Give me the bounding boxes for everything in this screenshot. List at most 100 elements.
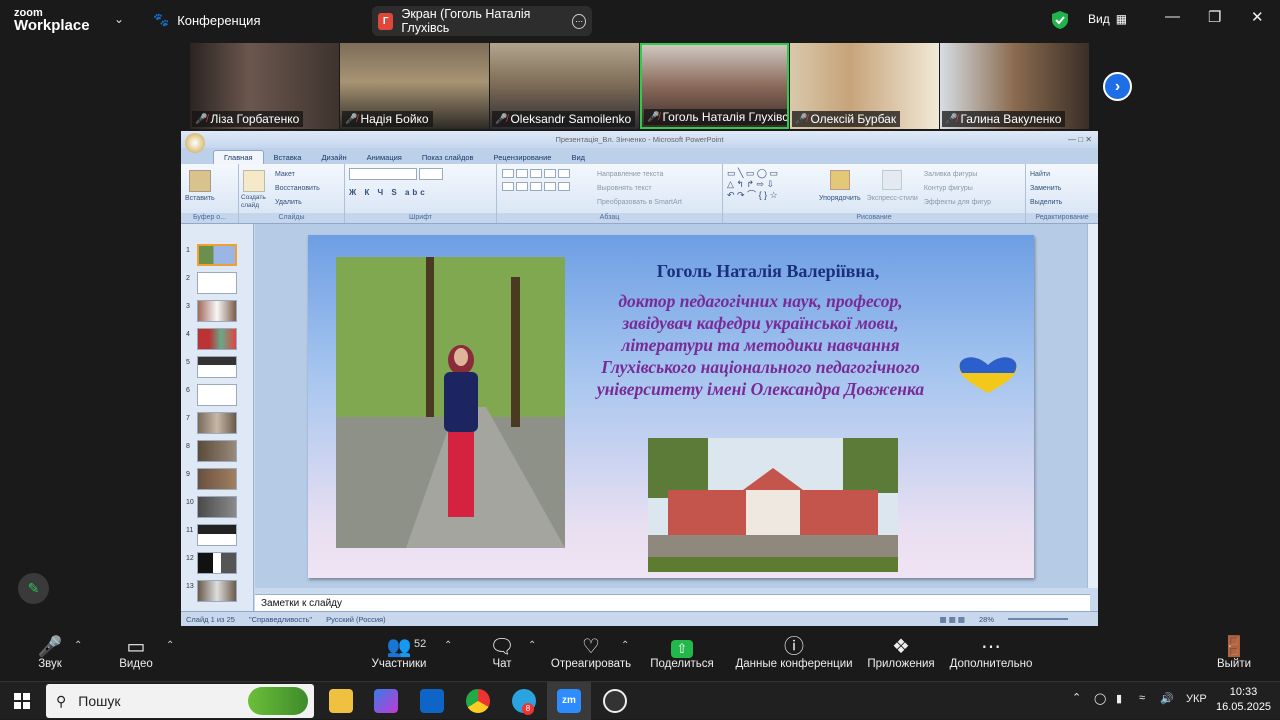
taskbar-clock[interactable]: 10:33 16.05.2025 [1216,685,1271,715]
status-theme: "Справедливость" [248,614,313,624]
next-page-arrow-icon[interactable]: › [1103,72,1132,101]
apps-button[interactable]: ❖ Приложения [865,636,937,670]
slide-thumbnail-selected[interactable] [197,244,237,266]
text-direction-button[interactable]: Направление текста [597,168,682,182]
reset-button[interactable]: Восстановить [275,182,340,196]
paste-button[interactable]: Вставить [185,192,234,206]
tab-slideshow[interactable]: Показ слайдов [412,151,484,164]
slide-thumbnail[interactable] [197,412,237,434]
slide-thumbnail[interactable] [197,468,237,490]
participant-tile[interactable]: 🎤̸ Галина Вакуленко [940,43,1089,129]
obs-icon[interactable] [603,689,627,713]
chevron-up-icon[interactable]: ⌃ [444,640,452,651]
quick-styles-button[interactable]: Экспресс-стили [867,192,918,206]
chevron-up-icon[interactable]: ⌃ [166,640,174,651]
select-button[interactable]: Выделить [1030,196,1094,210]
file-explorer-icon[interactable] [329,689,353,713]
chevron-up-icon[interactable]: ⌃ [74,640,82,651]
zoom-app-icon[interactable]: zm [557,689,581,713]
chrome-icon[interactable] [466,689,490,713]
find-button[interactable]: Найти [1030,168,1094,182]
microsoft-store-icon[interactable] [374,689,398,713]
restore-icon[interactable]: ❐ [1208,8,1221,26]
leave-button[interactable]: 🚪 Выйти [1214,636,1254,670]
participant-tile[interactable]: 🎤̸ Oleksandr Samoilenko [490,43,639,129]
taskbar-search-box[interactable]: ⚲ Пошук [46,684,314,718]
shape-outline-button[interactable]: Контур фигуры [924,182,991,196]
tab-design[interactable]: Дизайн [311,151,356,164]
slide-thumbnail[interactable] [197,272,237,294]
tray-expand-icon[interactable]: ⌃ [1072,691,1081,704]
meeting-info-button[interactable]: ⓘ Данные конференции [735,636,853,670]
participant-tile[interactable]: 🎤̸ Надія Бойко [340,43,489,129]
tab-home[interactable]: Главная [213,150,264,164]
chevron-up-icon[interactable]: ⌃ [621,640,629,651]
tray-app-icon[interactable]: ◯ [1094,692,1106,705]
delete-button[interactable]: Удалить [275,196,340,210]
slide-thumbnail[interactable] [197,356,237,378]
wifi-icon[interactable]: ≈ [1139,692,1145,704]
font-format-buttons[interactable]: Ж К Ч S abc [349,188,492,197]
close-icon[interactable]: ✕ [1251,8,1264,26]
slide-vertical-scrollbar[interactable] [1087,224,1098,588]
slide-thumbnail[interactable] [197,580,237,602]
shape-fill-button[interactable]: Заливка фигуры [924,168,991,182]
tab-view[interactable]: Вид [561,151,595,164]
share-screen-button[interactable]: ⇧ Поделиться [649,636,715,670]
font-family-field[interactable] [349,168,417,180]
chevron-up-icon[interactable]: ⌃ [528,640,536,651]
more-button[interactable]: ⋯ Дополнительно [948,636,1034,670]
conference-menu[interactable]: 🐾 Конференция [153,12,260,28]
slide-thumbnail[interactable] [197,300,237,322]
tab-review[interactable]: Рецензирование [484,151,562,164]
apps-label: Приложения [867,658,935,670]
share-screen-icon: ⇧ [649,636,715,658]
new-slide-button[interactable]: Создать слайд [241,194,271,210]
slide-thumbnail[interactable] [197,496,237,518]
arrange-button[interactable]: Упорядочить [819,192,861,206]
view-buttons[interactable]: ▦ ▦ ▦ [940,615,965,624]
slide-editing-area: Гоголь Наталія Валеріївна, доктор педаго… [255,224,1090,588]
chevron-down-icon[interactable]: ⌄ [114,12,124,26]
minimize-icon[interactable]: — [1165,8,1180,25]
video-button[interactable]: ▭ Видео [114,636,158,670]
tab-animation[interactable]: Анимация [357,151,412,164]
volume-icon[interactable]: 🔊 [1160,692,1174,705]
outlook-icon[interactable] [420,689,444,713]
battery-icon[interactable]: ▮ [1116,692,1122,705]
layout-button[interactable]: Макет [275,168,340,182]
slide-thumbnail[interactable] [197,328,237,350]
annotate-pen-icon[interactable]: ✎ [18,573,49,604]
slide-thumbnail[interactable] [197,552,237,574]
ukraine-heart-icon [959,357,1017,393]
shield-icon[interactable] [1051,10,1069,30]
replace-button[interactable]: Заменить [1030,182,1094,196]
tab-insert[interactable]: Вставка [264,151,312,164]
participant-tile-active-speaker[interactable]: 🎤̸Гоголь Наталія Глухівсь... [640,43,789,129]
audio-button[interactable]: 🎤 Звук [30,636,70,670]
windows-start-icon[interactable] [14,693,30,709]
slide-thumbnail[interactable] [197,440,237,462]
current-slide[interactable]: Гоголь Наталія Валеріївна, доктор педаго… [308,235,1034,578]
ppt-window-controls[interactable]: — □ ✕ [1068,131,1092,148]
participant-tile[interactable]: 🎤̸ Олексій Бурбак [790,43,939,129]
participant-name-tag: 🎤̸Гоголь Наталія Глухівсь... [644,109,787,125]
slide-number: 7 [186,415,190,422]
align-text-button[interactable]: Выровнять текст [597,182,682,196]
more-options-icon[interactable]: ⋯ [572,13,586,29]
shapes-gallery[interactable]: ▭ ╲ ▭ ◯ ▭ △ ↰ ↱ ⇨ ⇩ ↶ ↷ ⌒ { } ☆ [727,168,813,210]
chat-button[interactable]: 🗨 Чат [486,636,518,670]
view-menu[interactable]: Вид ▦ [1088,12,1127,26]
zoom-slider[interactable] [1008,618,1068,620]
screen-share-pill[interactable]: Г Экран (Гоголь Наталія Глухівсь ⋯ [372,6,592,36]
participant-tile[interactable]: 🎤̸ Ліза Горбатенко [190,43,339,129]
smartart-button[interactable]: Преобразовать в SmartArt [597,196,682,210]
slide-number: 10 [186,499,194,506]
keyboard-language[interactable]: УКР [1186,693,1207,705]
shape-effects-button[interactable]: Эффекты для фигур [924,196,991,210]
slide-thumbnail[interactable] [197,384,237,406]
slide-thumbnail[interactable] [197,524,237,546]
font-size-field[interactable] [418,168,443,180]
office-button-icon[interactable] [185,133,205,153]
slide-notes-field[interactable]: Заметки к слайду [255,594,1090,611]
